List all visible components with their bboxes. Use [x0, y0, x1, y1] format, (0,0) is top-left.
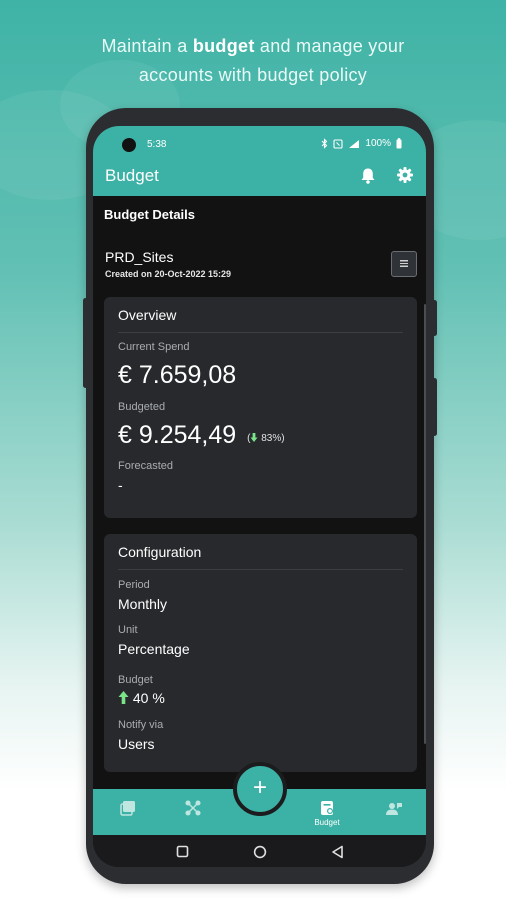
battery-percent: 100%	[365, 138, 391, 149]
notify-label: Notify via	[118, 719, 164, 731]
nav-item-users[interactable]	[368, 789, 418, 835]
phone-side-button-left	[83, 298, 88, 388]
settings-gear-icon[interactable]	[396, 166, 414, 189]
budget-row: 40 %	[118, 690, 165, 706]
notifications-bell-icon[interactable]	[360, 167, 376, 190]
overview-card: Overview Current Spend € 7.659,08 Budget…	[104, 297, 417, 518]
budgeted-row: € 9.254,49 ( 83%)	[118, 421, 285, 450]
forecasted-label: Forecasted	[118, 460, 174, 472]
section-title: Budget Details	[104, 207, 196, 222]
divider	[118, 569, 403, 570]
forecasted-value: -	[118, 477, 123, 493]
headline-line2: accounts with budget policy	[138, 65, 368, 85]
budget-details-content: Budget Details PRD_Sites Created on 20-O…	[93, 196, 426, 789]
nav-item-budget[interactable]: Budget	[302, 789, 352, 835]
budgeted-percent-value: 83%	[261, 433, 282, 444]
current-spend-label: Current Spend	[118, 341, 190, 353]
configuration-card: Configuration Period Monthly Unit Percen…	[104, 534, 417, 772]
budget-name: PRD_Sites	[105, 249, 174, 265]
list-icon	[400, 260, 408, 267]
down-arrow-icon	[250, 433, 258, 442]
budget-value: 40 %	[132, 690, 165, 706]
headline-prefix: Maintain a	[101, 36, 193, 56]
phone-side-button-right-lower	[432, 378, 437, 436]
front-camera	[122, 138, 136, 152]
promo-headline: Maintain a budget and manage your accoun…	[0, 32, 506, 90]
status-bar: 5:38 100%	[93, 126, 426, 162]
nav-item-resources[interactable]	[168, 789, 218, 835]
budgeted-value: € 9.254,49	[118, 421, 237, 449]
details-menu-button[interactable]	[391, 251, 417, 277]
status-icons: 100%	[321, 138, 402, 149]
unit-value: Percentage	[118, 641, 190, 657]
phone-screen: 5:38 100% Budget Budget Details PRD_Site…	[93, 126, 426, 867]
unit-label: Unit	[118, 624, 138, 636]
headline-bold: budget	[192, 36, 255, 56]
app-bar: Budget	[93, 162, 426, 196]
budgeted-label: Budgeted	[118, 401, 166, 413]
battery-icon	[396, 138, 402, 149]
system-navigation-bar	[93, 835, 426, 867]
created-date: Created on 20-Oct-2022 15:29	[105, 269, 232, 279]
home-icon[interactable]	[253, 845, 267, 859]
bluetooth-icon	[322, 138, 328, 149]
budgeted-percent: ( 83%)	[247, 433, 285, 444]
budget-label: Budget	[118, 674, 153, 686]
status-time: 5:38	[147, 139, 167, 150]
add-fab-button[interactable]: +	[233, 762, 287, 816]
period-label: Period	[118, 579, 150, 591]
nav-label-budget: Budget	[314, 818, 340, 827]
scrollbar[interactable]	[424, 304, 426, 744]
overview-title: Overview	[118, 307, 177, 323]
signal-icon	[349, 139, 360, 148]
notify-value: Users	[118, 736, 155, 752]
accounts-icon	[120, 801, 135, 816]
network-icon	[185, 800, 201, 816]
back-icon[interactable]	[331, 845, 344, 859]
divider	[118, 332, 403, 333]
users-icon	[386, 803, 402, 815]
period-value: Monthly	[118, 596, 168, 612]
nav-item-accounts[interactable]	[103, 789, 153, 835]
budget-icon	[321, 801, 333, 815]
up-arrow-icon	[118, 691, 129, 704]
configuration-title: Configuration	[118, 544, 202, 560]
phone-side-button-right-upper	[432, 300, 437, 336]
app-bar-title: Budget	[105, 166, 159, 185]
headline-suffix: and manage your	[254, 36, 405, 56]
nfc-icon	[333, 138, 343, 149]
current-spend-value: € 7.659,08	[118, 361, 237, 389]
recents-icon[interactable]	[176, 845, 189, 858]
